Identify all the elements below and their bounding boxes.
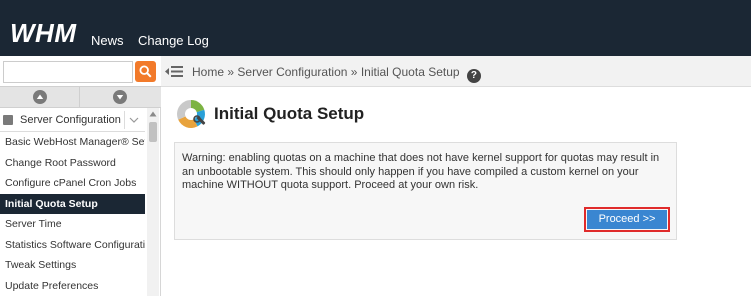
breadcrumb-current: Initial Quota Setup bbox=[360, 65, 460, 79]
breadcrumb-separator: » bbox=[227, 65, 235, 79]
sidebar-category-label: Server Configuration bbox=[20, 114, 121, 126]
menu-toggle-button[interactable] bbox=[165, 65, 183, 83]
breadcrumb-separator: » bbox=[350, 65, 358, 79]
search-icon bbox=[139, 65, 152, 78]
proceed-button[interactable]: Proceed >> bbox=[587, 210, 667, 229]
sidebar-item-statistics-software-configuration[interactable]: Statistics Software Configuration bbox=[0, 235, 145, 256]
search-button[interactable] bbox=[135, 61, 156, 82]
sidebar-item-basic-webhost-manager-setup[interactable]: Basic WebHost Manager® Setup bbox=[0, 132, 145, 153]
scroll-arrow-up-icon bbox=[149, 111, 157, 117]
page-title: Initial Quota Setup bbox=[214, 104, 365, 123]
scrollbar-thumb[interactable] bbox=[149, 122, 157, 142]
scroll-up-button[interactable] bbox=[0, 87, 80, 107]
breadcrumb-home[interactable]: Home bbox=[192, 65, 224, 79]
menu-toggle-icon bbox=[165, 66, 183, 77]
sidebar-item-tweak-settings[interactable]: Tweak Settings bbox=[0, 255, 145, 276]
sidebar-scroll-controls bbox=[0, 86, 161, 108]
warning-panel: Warning: enabling quotas on a machine th… bbox=[174, 142, 677, 240]
sidebar-menu: Basic WebHost Manager® Setup Change Root… bbox=[0, 132, 145, 296]
whm-logo[interactable]: WHM bbox=[10, 20, 76, 46]
help-icon[interactable]: ? bbox=[466, 69, 481, 83]
sidebar-search-input[interactable] bbox=[3, 61, 133, 83]
sidebar-item-update-preferences[interactable]: Update Preferences bbox=[0, 276, 145, 296]
sidebar-item-initial-quota-setup[interactable]: Initial Quota Setup bbox=[0, 193, 145, 214]
breadcrumb-bar: Home » Server Configuration » Initial Qu… bbox=[161, 56, 751, 87]
sidebar-category-header[interactable]: Server Configuration bbox=[0, 108, 145, 132]
scroll-down-button[interactable] bbox=[80, 87, 160, 107]
nav-change-log-link[interactable]: Change Log bbox=[138, 33, 209, 48]
sidebar: Server Configuration Basic WebHost Manag… bbox=[0, 56, 161, 296]
sidebar-search bbox=[0, 56, 161, 86]
breadcrumb-server-configuration[interactable]: Server Configuration bbox=[237, 65, 347, 79]
sidebar-scrollbar[interactable] bbox=[147, 108, 159, 296]
sidebar-item-change-root-password[interactable]: Change Root Password bbox=[0, 153, 145, 174]
sidebar-item-server-time[interactable]: Server Time bbox=[0, 214, 145, 235]
proceed-button-highlight: Proceed >> bbox=[584, 207, 670, 232]
server-config-icon bbox=[3, 115, 13, 125]
chevron-up-icon bbox=[33, 90, 47, 104]
warning-message: Warning: enabling quotas on a machine th… bbox=[182, 152, 660, 191]
breadcrumb: Home » Server Configuration » Initial Qu… bbox=[192, 65, 481, 83]
chevron-down-icon bbox=[129, 117, 139, 123]
category-collapse-button[interactable] bbox=[124, 111, 142, 129]
quota-setup-icon bbox=[177, 100, 206, 128]
top-bar: WHM News Change Log bbox=[0, 0, 751, 56]
nav-news-link[interactable]: News bbox=[91, 33, 124, 48]
chevron-down-icon bbox=[113, 90, 127, 104]
sidebar-item-configure-cpanel-cron-jobs[interactable]: Configure cPanel Cron Jobs bbox=[0, 173, 145, 194]
